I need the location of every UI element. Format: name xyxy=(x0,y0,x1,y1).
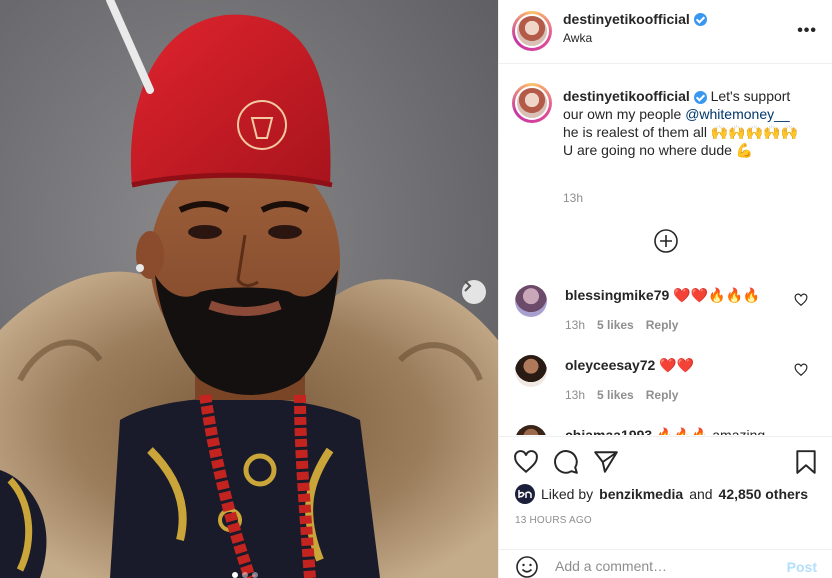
likes-others[interactable]: 42,850 others xyxy=(719,486,809,502)
avatar-story-ring[interactable] xyxy=(512,11,552,51)
verified-icon xyxy=(693,12,707,26)
avatar[interactable] xyxy=(515,425,547,435)
verified-icon xyxy=(693,90,707,104)
post-location[interactable]: Awka xyxy=(563,31,592,45)
carousel-dot xyxy=(252,572,258,578)
comment-text: ❤️❤️ xyxy=(659,357,695,373)
chevron-right-icon xyxy=(464,280,472,292)
reply-button[interactable]: Reply xyxy=(646,318,679,332)
carousel-next-button[interactable] xyxy=(462,280,486,304)
avatar xyxy=(515,86,549,120)
comment-likes[interactable]: 5 likes xyxy=(597,318,634,332)
comment-text: ❤️❤️🔥🔥🔥 xyxy=(673,287,761,303)
comment-time[interactable]: 13h xyxy=(565,318,585,332)
comment-icon[interactable] xyxy=(553,449,579,475)
caption-username[interactable]: destinyetikoofficial xyxy=(563,88,690,104)
comment-body: chiamaa1993 🔥🔥🔥 amazing xyxy=(565,427,765,435)
emoji-icon[interactable] xyxy=(515,555,539,578)
post-actions: Liked by benzikmedia and 42,850 others 1… xyxy=(499,436,832,578)
post-comment-button[interactable]: Post xyxy=(787,559,817,575)
carousel-dot xyxy=(242,572,248,578)
post-image[interactable] xyxy=(0,0,498,578)
portrait-illustration xyxy=(0,0,498,578)
more-icon[interactable]: ••• xyxy=(797,22,817,40)
caption-text-line3: U are going no where dude 💪 xyxy=(563,142,754,158)
liker-avatar[interactable] xyxy=(515,484,535,504)
comment-meta: 13h 5 likes Reply xyxy=(565,388,678,402)
comment-likes[interactable]: 5 likes xyxy=(597,388,634,402)
likes-prefix: Liked by xyxy=(541,486,594,502)
post-author-username[interactable]: destinyetikoofficial xyxy=(563,11,690,27)
add-comment-bar: Post xyxy=(499,549,832,578)
comments-list[interactable]: destinyetikoofficial Let's support our o… xyxy=(499,65,832,435)
bookmark-icon[interactable] xyxy=(793,449,819,475)
liker-logo-icon xyxy=(518,490,532,498)
carousel-dot xyxy=(232,572,238,578)
likes-summary: Liked by benzikmedia and 42,850 others xyxy=(515,484,808,504)
likes-middle: and xyxy=(689,486,713,502)
avatar[interactable] xyxy=(515,355,547,387)
caption-text-line2: he is realest of them all 🙌🙌🙌🙌🙌 xyxy=(563,124,799,140)
post-side-panel: destinyetikoofficial Awka ••• destinyeti… xyxy=(498,0,832,578)
comment-meta: 13h 5 likes Reply xyxy=(565,318,678,332)
caption-avatar-ring[interactable] xyxy=(512,83,552,123)
comment-username[interactable]: oleyceesay72 xyxy=(565,357,655,373)
heart-icon[interactable] xyxy=(794,363,808,377)
post-header: destinyetikoofficial Awka ••• xyxy=(499,0,832,64)
reply-button[interactable]: Reply xyxy=(646,388,679,402)
comment-input[interactable] xyxy=(555,554,775,578)
avatar xyxy=(515,14,549,48)
comment-text: 🔥🔥🔥 amazing xyxy=(656,427,766,435)
post-caption: destinyetikoofficial Let's support our o… xyxy=(563,87,813,159)
comment-body: blessingmike79 ❤️❤️🔥🔥🔥 xyxy=(565,287,760,304)
plus-circle-icon[interactable] xyxy=(653,228,679,254)
comment-username[interactable]: blessingmike79 xyxy=(565,287,669,303)
caption-mention[interactable]: @whitemoney__ xyxy=(685,106,790,122)
post-author: destinyetikoofficial xyxy=(563,11,707,27)
comment-body: oleyceesay72 ❤️❤️ xyxy=(565,357,694,374)
post-age[interactable]: 13 HOURS AGO xyxy=(515,515,592,526)
comment-time[interactable]: 13h xyxy=(565,388,585,402)
comment-username[interactable]: chiamaa1993 xyxy=(565,427,652,435)
share-icon[interactable] xyxy=(593,449,619,475)
carousel-indicator xyxy=(232,572,258,578)
heart-icon[interactable] xyxy=(794,293,808,307)
heart-icon[interactable] xyxy=(513,449,539,475)
caption-time[interactable]: 13h xyxy=(563,191,583,205)
likes-user[interactable]: benzikmedia xyxy=(599,486,683,502)
avatar[interactable] xyxy=(515,285,547,317)
